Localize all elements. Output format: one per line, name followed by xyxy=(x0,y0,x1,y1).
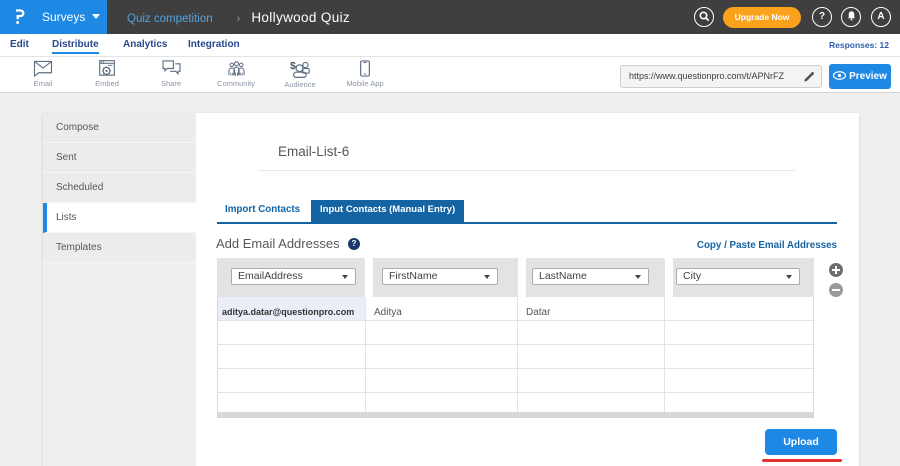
svg-text:$: $ xyxy=(290,60,296,72)
